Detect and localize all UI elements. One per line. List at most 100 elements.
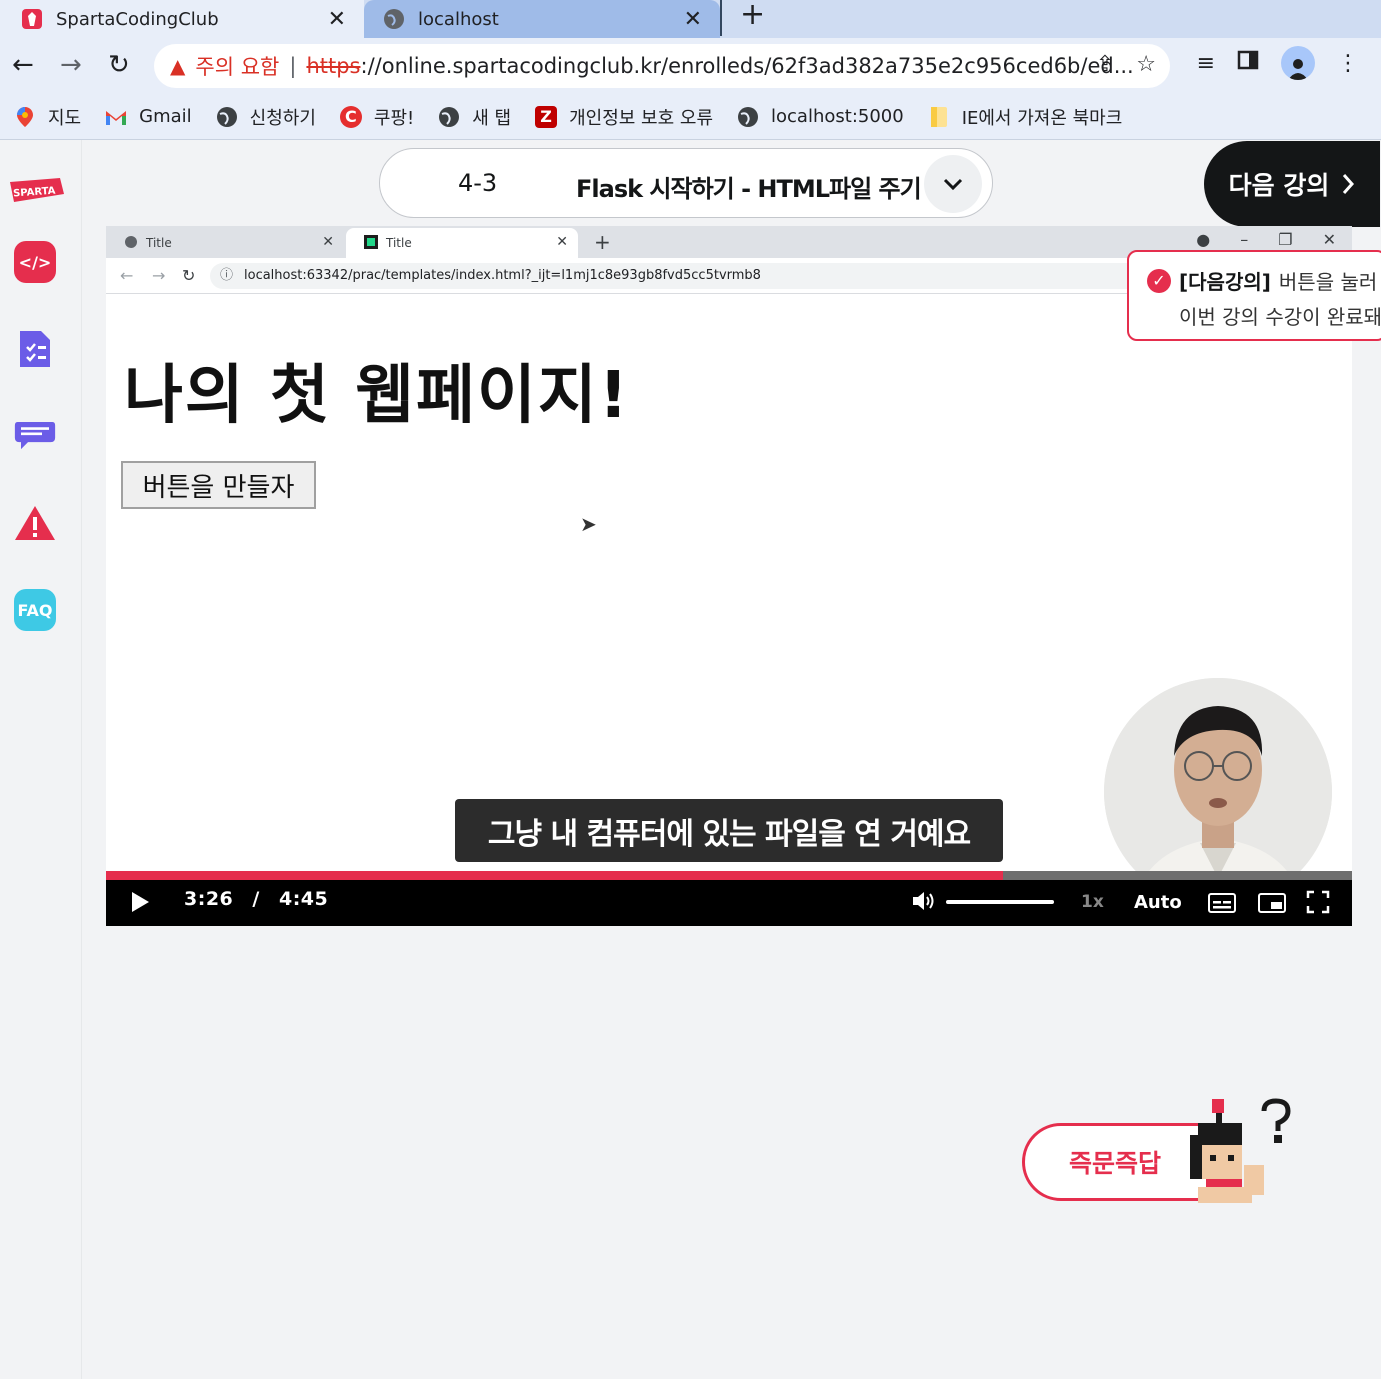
close-icon: ✕: [1322, 230, 1336, 249]
bookmark-newtab[interactable]: 새 탭: [438, 104, 511, 130]
divider: |: [289, 54, 297, 78]
share-icon[interactable]: ⇪: [1096, 52, 1114, 77]
kebab-menu-icon[interactable]: ⋮: [1337, 51, 1359, 76]
side-panel-icon[interactable]: [1237, 49, 1259, 77]
mouse-cursor-icon: ➤: [580, 512, 597, 536]
qa-label: 즉문즉답: [1069, 1149, 1162, 1178]
toast-line2: 이번 강의 수강이 완료돼: [1179, 305, 1381, 329]
restore-icon: ❐: [1278, 230, 1293, 249]
address-bar[interactable]: ▲ 주의 요함 | https ://online.spartacodingcl…: [154, 44, 1170, 88]
captions-icon[interactable]: [1208, 892, 1236, 918]
omnibox-actions: ⇪ ☆: [1096, 52, 1156, 77]
next-lecture-toast: ✓ [다음강의] 버튼을 눌러 이번 강의 수강이 완료돼: [1127, 250, 1381, 341]
bookmark-label: IE에서 가져온 북마크: [961, 107, 1123, 129]
bookmark-label: 개인정보 보호 오류: [569, 107, 714, 129]
new-tab-button[interactable]: +: [740, 0, 765, 30]
bookmark-apply[interactable]: 신청하기: [216, 104, 316, 130]
sparta-logo[interactable]: SPARTA: [6, 176, 64, 210]
chevron-right-icon: [1343, 174, 1355, 194]
logo-text: SPARTA: [13, 186, 56, 200]
coupang-icon: C: [339, 105, 362, 128]
plus-icon: +: [594, 230, 611, 254]
toast-highlight: [다음강의]: [1179, 270, 1271, 294]
gmail-icon: [105, 106, 127, 128]
lecture-number: 4-3: [458, 169, 498, 197]
chat-icon[interactable]: [14, 415, 56, 457]
media-queue-icon[interactable]: ≡: [1197, 51, 1215, 76]
toolbar-right: ≡ ⋮: [1197, 46, 1381, 80]
back-arrow-icon[interactable]: ←: [12, 50, 34, 80]
bookmark-maps[interactable]: 지도: [14, 104, 81, 130]
forward-arrow-icon[interactable]: →: [60, 50, 82, 80]
sparta-favicon-icon: [20, 7, 44, 31]
security-warning-text: 주의 요함: [195, 55, 280, 79]
tab-title: localhost: [418, 8, 499, 30]
progress-played: [106, 871, 1003, 880]
bookmark-label: Gmail: [139, 106, 192, 127]
security-warning-icon[interactable]: ▲: [170, 54, 185, 78]
browser-toolbar: ← → ↻ ▲ 주의 요함 | https ://online.spartaco…: [0, 38, 1381, 94]
left-sidebar: SPARTA </> FAQ: [0, 140, 82, 1379]
globe-icon: [124, 235, 138, 252]
close-tab-icon[interactable]: ✕: [684, 7, 702, 32]
filezilla-icon: Z: [535, 105, 558, 128]
warning-icon[interactable]: [14, 502, 56, 544]
info-icon: ⓘ: [220, 268, 234, 283]
bookmark-coupang[interactable]: C 쿠팡!: [339, 104, 415, 130]
toast-line1: 버튼을 눌러: [1278, 270, 1378, 294]
bookmark-localhost[interactable]: localhost:5000: [737, 106, 904, 128]
bookmark-star-icon[interactable]: ☆: [1136, 52, 1156, 77]
bookmark-label: 쿠팡!: [373, 107, 415, 129]
playback-speed[interactable]: 1x: [1081, 892, 1104, 912]
globe-icon: [737, 106, 759, 128]
video-controls: 3:26 / 4:45 1x Auto: [106, 880, 1352, 926]
bookmark-ie-folder[interactable]: IE에서 가져온 북마크: [928, 104, 1123, 130]
sparta-mascot-icon[interactable]: [1184, 1095, 1292, 1205]
code-icon[interactable]: </>: [14, 241, 56, 283]
video-tab: Title ✕: [106, 228, 344, 258]
lecture-title: Flask 시작하기 - HTML파일 주기: [576, 175, 922, 203]
url-text: ://online.spartacodingclub.kr/enrolleds/…: [360, 54, 1134, 78]
url-scheme: https: [306, 54, 361, 78]
chevron-down-icon[interactable]: [924, 155, 982, 213]
fullscreen-icon[interactable]: [1306, 890, 1330, 918]
next-lecture-button[interactable]: 다음 강의: [1204, 141, 1380, 227]
play-icon[interactable]: [132, 892, 149, 912]
bookmark-label: localhost:5000: [771, 106, 904, 127]
lecture-selector[interactable]: 4-3 Flask 시작하기 - HTML파일 주기: [379, 148, 993, 218]
demo-page-heading: 나의 첫 웹페이지!: [124, 359, 630, 433]
globe-icon: [382, 7, 406, 31]
video-tab-title: Title: [146, 236, 172, 250]
video-tab-active: Title ✕: [346, 228, 578, 258]
picture-in-picture-icon[interactable]: [1258, 892, 1286, 918]
browser-tab-localhost[interactable]: localhost ✕: [364, 0, 720, 38]
faq-label: FAQ: [17, 600, 53, 620]
record-icon: ●: [1196, 230, 1211, 249]
reload-icon[interactable]: ↻: [108, 50, 130, 80]
bookmark-label: 새 탭: [472, 107, 512, 129]
bookmarks-bar: 지도 Gmail 신청하기 C 쿠팡! 새 탭 Z 개인정보 보호 오류 loc…: [0, 94, 1381, 140]
next-lecture-label: 다음 강의: [1228, 171, 1330, 200]
bookmark-label: 신청하기: [249, 107, 316, 129]
video-url-text: localhost:63342/prac/templates/index.htm…: [244, 268, 761, 283]
time-separator: /: [252, 888, 260, 910]
video-tab-title: Title: [386, 236, 412, 250]
close-icon: ✕: [322, 234, 334, 250]
forward-arrow-icon: →: [152, 266, 166, 285]
bookmark-gmail[interactable]: Gmail: [105, 106, 192, 128]
checklist-icon[interactable]: [14, 328, 56, 370]
volume-slider[interactable]: [946, 900, 1054, 904]
browser-tab-strip: SpartaCodingClub ✕ localhost ✕ +: [0, 0, 1381, 38]
faq-icon[interactable]: FAQ: [14, 589, 56, 631]
close-tab-icon[interactable]: ✕: [328, 7, 346, 32]
volume-icon[interactable]: [912, 890, 936, 916]
bookmark-privacy-error[interactable]: Z 개인정보 보호 오류: [535, 104, 713, 130]
minimize-icon: –: [1240, 230, 1249, 249]
back-arrow-icon: ←: [120, 266, 134, 285]
quality-selector[interactable]: Auto: [1134, 892, 1182, 913]
time-display: 3:26 / 4:45: [184, 888, 328, 910]
demo-page-button: 버튼을 만들자: [121, 461, 316, 509]
browser-tab-sparta[interactable]: SpartaCodingClub ✕: [0, 0, 364, 38]
profile-avatar-icon[interactable]: [1281, 46, 1315, 80]
globe-icon: [216, 106, 238, 128]
